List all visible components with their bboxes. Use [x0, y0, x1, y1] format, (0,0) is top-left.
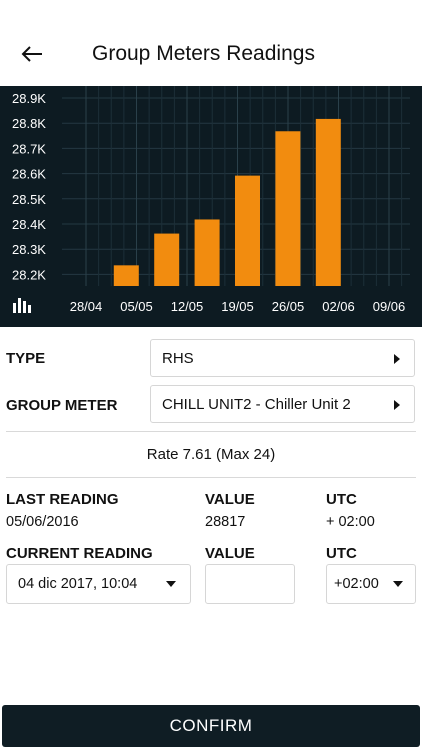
y-tick-label: 28.8K — [12, 116, 46, 131]
confirm-button[interactable]: CONFIRM — [2, 705, 420, 747]
divider — [6, 431, 416, 432]
current-utc-label: UTC — [326, 545, 357, 562]
current-utc-select[interactable]: +02:00 — [326, 564, 416, 604]
type-value: RHS — [162, 350, 194, 367]
chart-svg: 28.9K 28.8K 28.7K 28.6K 28.5K 28.4K 28.3K 28.2K… — [12, 86, 410, 314]
group-meter-label: GROUP METER — [6, 397, 118, 414]
last-reading-date: 05/06/2016 — [6, 514, 79, 530]
x-tick-label: 19/05 — [221, 299, 254, 314]
divider — [6, 477, 416, 478]
last-reading-utc: + 02:00 — [326, 514, 375, 530]
rate-text: Rate 7.61 (Max 24) — [146, 446, 276, 463]
chart-bar — [113, 265, 139, 286]
header: Group Meters Readings — [0, 0, 422, 86]
x-tick-label: 02/06 — [322, 299, 355, 314]
readings-chart: 28.9K 28.8K 28.7K 28.6K 28.5K 28.4K 28.3K 28.2K… — [0, 86, 422, 327]
group-meter-value: CHILL UNIT2 - Chiller Unit 2 — [162, 396, 351, 413]
y-tick-label: 28.6K — [12, 167, 46, 182]
y-tick-label: 28.2K — [12, 267, 46, 282]
back-arrow-icon[interactable] — [14, 38, 48, 72]
chart-bar — [235, 175, 260, 286]
last-utc-label: UTC — [326, 491, 357, 508]
current-value-label: VALUE — [205, 545, 255, 562]
x-tick-label: 28/04 — [70, 299, 103, 314]
chevron-right-icon — [394, 354, 400, 364]
chart-bar — [154, 233, 180, 286]
x-tick-label: 09/06 — [373, 299, 406, 314]
chart-bar — [275, 131, 301, 286]
y-tick-label: 28.4K — [12, 217, 46, 232]
current-date-value: 04 dic 2017, 10:04 — [18, 576, 138, 592]
current-date-select[interactable]: 04 dic 2017, 10:04 — [6, 564, 191, 604]
chevron-right-icon — [394, 400, 400, 410]
y-tick-label: 28.5K — [12, 192, 46, 207]
group-meter-select[interactable]: CHILL UNIT2 - Chiller Unit 2 — [150, 385, 415, 423]
type-label: TYPE — [6, 350, 46, 367]
page-title: Group Meters Readings — [92, 42, 315, 65]
current-value-input[interactable] — [205, 564, 295, 604]
last-value-label: VALUE — [205, 491, 255, 508]
x-tick-label: 12/05 — [171, 299, 204, 314]
current-utc-value: +02:00 — [334, 576, 379, 592]
last-reading-label: LAST READING — [6, 491, 119, 508]
chevron-down-icon — [166, 581, 176, 587]
y-tick-label: 28.9K — [12, 91, 46, 106]
chart-bar — [315, 118, 341, 286]
chart-bar — [194, 219, 220, 286]
last-reading-value: 28817 — [205, 514, 246, 530]
current-reading-label: CURRENT READING — [6, 545, 153, 562]
chevron-down-icon — [393, 581, 403, 587]
y-tick-label: 28.7K — [12, 141, 46, 156]
bar-chart-icon[interactable] — [12, 295, 34, 313]
x-tick-label: 26/05 — [272, 299, 305, 314]
y-tick-label: 28.3K — [12, 242, 46, 257]
x-tick-label: 05/05 — [120, 299, 153, 314]
type-select[interactable]: RHS — [150, 339, 415, 377]
